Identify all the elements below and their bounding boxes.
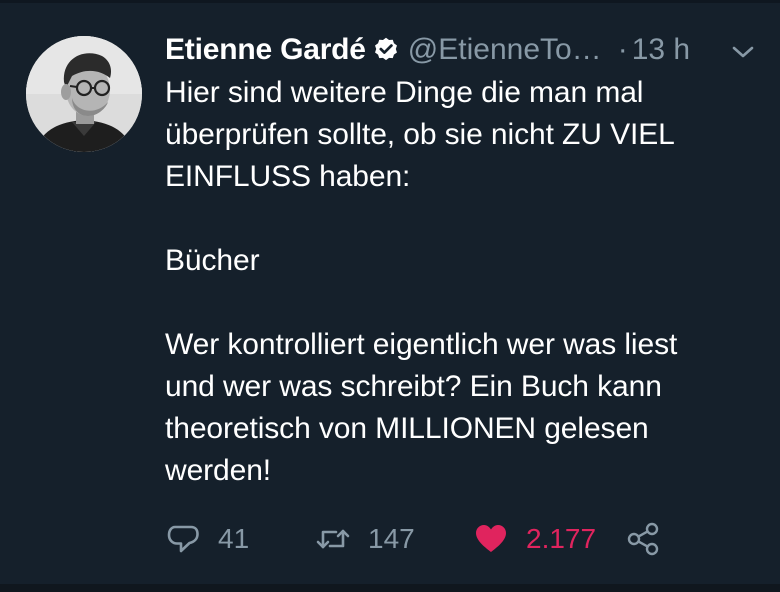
heart-icon bbox=[476, 525, 506, 552]
reply-count: 41 bbox=[218, 523, 250, 554]
tweet-timestamp[interactable]: 13 h bbox=[632, 33, 690, 67]
tweet-actions: 41 147 2.177 bbox=[166, 518, 766, 560]
avatar-photo bbox=[26, 36, 142, 152]
text-line: Bücher bbox=[165, 244, 260, 277]
text-line: überprüfen sollte, ob sie nicht ZU VIEL bbox=[165, 118, 675, 151]
text-line: Hier sind weitere Dinge die man mal bbox=[165, 76, 644, 109]
chevron-down-icon[interactable] bbox=[731, 40, 755, 64]
text-line: werden! bbox=[165, 454, 272, 487]
text-line: und wer was schreibt? Ein Buch kann bbox=[165, 370, 662, 403]
text-line: EINFLUSS haben: bbox=[165, 160, 411, 193]
like-count: 2.177 bbox=[526, 523, 597, 554]
share-icon bbox=[627, 522, 659, 556]
retweet-button[interactable]: 147 bbox=[316, 518, 415, 560]
text-line: Wer kontrolliert eigentlich wer was lies… bbox=[165, 328, 678, 361]
like-button[interactable]: 2.177 bbox=[474, 518, 596, 560]
avatar[interactable] bbox=[26, 36, 142, 152]
author-name[interactable]: Etienne Gardé bbox=[165, 33, 366, 67]
verified-badge-icon bbox=[372, 36, 400, 64]
reply-bubble-icon bbox=[167, 525, 199, 553]
top-divider bbox=[0, 0, 780, 3]
separator-dot: · bbox=[617, 33, 628, 66]
text-line: theoretisch von MILLIONEN gelesen bbox=[165, 412, 649, 445]
retweet-icon bbox=[316, 529, 350, 549]
bottom-divider bbox=[0, 584, 780, 592]
retweet-count: 147 bbox=[368, 523, 415, 554]
author-handle[interactable]: @EtienneTo… bbox=[408, 33, 602, 67]
reply-button[interactable]: 41 bbox=[166, 518, 249, 560]
share-button[interactable] bbox=[626, 518, 660, 560]
tweet-card[interactable]: Etienne Gardé @EtienneTo… · 13 h Hier si… bbox=[0, 0, 780, 592]
tweet-header: Etienne Gardé @EtienneTo… · 13 h bbox=[165, 28, 765, 72]
tweet-text: Hier sind weitere Dinge die man mal über… bbox=[165, 72, 765, 492]
